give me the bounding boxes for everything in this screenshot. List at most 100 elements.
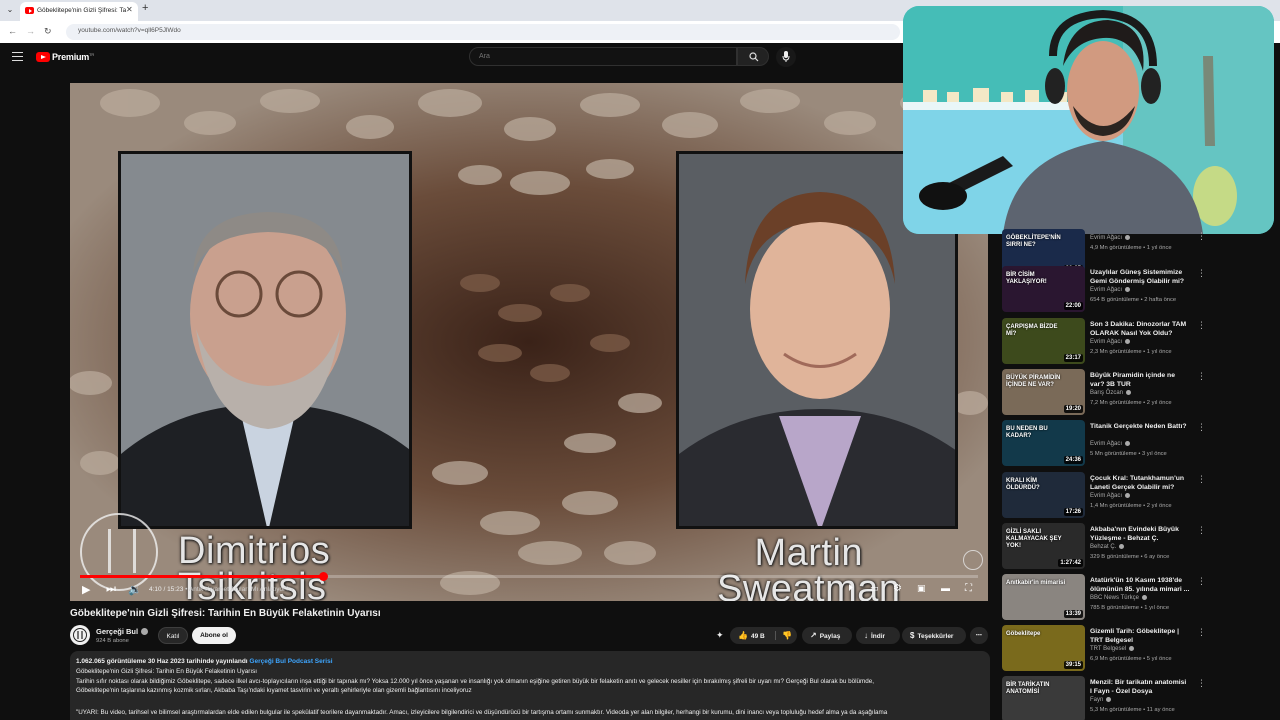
video-duration: 39:15 <box>1063 661 1083 669</box>
recommendation-item[interactable]: BÜYÜK PİRAMİDİN İÇİNDE NE VAR? 19:20 Büyük… <box>1002 369 1272 415</box>
recommendation-item[interactable]: BU NEDEN BU KADAR? 24:36 Titanik Gerçekte … <box>1002 420 1272 466</box>
like-thumb-icon[interactable]: 👍 <box>738 627 748 644</box>
recommendation-channel[interactable]: Evrim Ağacı <box>1090 287 1131 293</box>
recommendation-item[interactable]: GİZLİ SAKLI KALMAYACAK ŞEY YOK! 1:27:42 Ak… <box>1002 523 1272 569</box>
more-vertical-icon[interactable]: ⋮ <box>1197 371 1206 382</box>
recommendation-thumbnail[interactable]: BİR TARİKATIN ANATOMİSİ <box>1002 676 1085 720</box>
ai-sparkle-icon[interactable]: ✦ <box>716 630 724 641</box>
join-button[interactable]: Katıl <box>158 627 188 644</box>
verified-badge-icon <box>1125 339 1131 344</box>
recommendation-title[interactable]: Uzaylılar Güneş Sistemimize Gemi Gönderm… <box>1090 268 1190 286</box>
recommendation-channel[interactable]: BBC News Türkçe <box>1090 595 1147 601</box>
voice-search-button[interactable] <box>776 47 796 67</box>
more-vertical-icon[interactable]: ⋮ <box>1197 525 1206 536</box>
more-vertical-icon[interactable]: ⋮ <box>1197 576 1206 587</box>
description-hashtag[interactable]: Gerçeği Bul Podcast Serisi <box>249 658 332 665</box>
more-vertical-icon[interactable]: ⋮ <box>1197 422 1206 433</box>
recommendation-title[interactable]: Akbaba'nın Evindeki Büyük Yüzleşme - Beh… <box>1090 525 1190 543</box>
recommendation-channel[interactable]: Barış Özcan <box>1090 390 1132 396</box>
more-vertical-icon[interactable]: ⋮ <box>1197 268 1206 279</box>
hamburger-menu-icon[interactable] <box>12 52 23 61</box>
recommendation-thumbnail[interactable]: KRALI KİM ÖLDÜRDÜ? 17:26 <box>1002 472 1085 518</box>
volume-icon[interactable]: 🔉 <box>128 583 142 596</box>
thanks-button[interactable]: $ Teşekkürler <box>902 627 966 644</box>
theater-mode-icon[interactable]: ▬ <box>941 583 950 593</box>
more-actions-button[interactable]: ⋯ <box>970 627 988 644</box>
recommendation-item[interactable]: BİR TARİKATIN ANATOMİSİ Menzil: Bir tarik… <box>1002 676 1272 720</box>
miniplayer-icon[interactable]: ▣ <box>917 583 926 594</box>
tab-list-chevron-icon[interactable]: ⌄ <box>4 4 16 16</box>
youtube-favicon-icon <box>25 7 34 14</box>
recommendation-title[interactable]: Atatürk'ün 10 Kasım 1938'de ölümünün 85.… <box>1090 576 1190 594</box>
back-arrow-icon[interactable]: ← <box>8 26 17 36</box>
new-tab-icon[interactable]: + <box>142 2 148 14</box>
reload-icon[interactable]: ↻ <box>44 26 52 37</box>
search-icon <box>749 52 759 62</box>
more-vertical-icon[interactable]: ⋮ <box>1197 231 1206 242</box>
recommendation-title[interactable]: Gizemli Tarih: Göbeklitepe | TRT Belgese… <box>1090 627 1190 645</box>
forward-arrow-icon[interactable]: → <box>26 26 35 36</box>
more-vertical-icon[interactable]: ⋮ <box>1197 474 1206 485</box>
more-vertical-icon[interactable]: ⋮ <box>1197 627 1206 638</box>
next-video-icon[interactable]: ⏭ <box>106 583 116 596</box>
close-tab-icon[interactable]: ✕ <box>126 5 133 14</box>
recommendation-channel[interactable]: Evrim Ağacı <box>1090 339 1131 345</box>
channel-name[interactable]: Gerçeği Bul <box>96 627 149 636</box>
like-count[interactable]: 49 B <box>751 633 765 640</box>
recommendation-item[interactable]: ÇARPIŞMA BİZDE Mİ? 23:17 Son 3 Dakika: Din… <box>1002 318 1272 364</box>
recommendation-channel[interactable]: TRT Belgesel <box>1090 646 1135 652</box>
verified-badge-icon <box>1125 235 1131 240</box>
recommendation-channel[interactable]: Fayn <box>1090 697 1112 703</box>
recommendation-title[interactable]: Çocuk Kral: Tutankhamun'un Laneti Gerçek… <box>1090 474 1190 492</box>
subscribe-button[interactable]: Abone ol <box>192 627 236 644</box>
recommendation-title[interactable]: Büyük Piramidin içinde ne var? 3B TUR <box>1090 371 1190 389</box>
recommendation-thumbnail[interactable]: GİZLİ SAKLI KALMAYACAK ŞEY YOK! 1:27:42 <box>1002 523 1085 569</box>
more-vertical-icon[interactable]: ⋮ <box>1197 678 1206 689</box>
recommendation-title[interactable]: Menzil: Bir tarikatın anatomisi I Fayn -… <box>1090 678 1190 696</box>
recommendation-thumbnail[interactable]: Göbeklitepe 39:15 <box>1002 625 1085 671</box>
recommendation-thumbnail[interactable]: ÇARPIŞMA BİZDE Mİ? 23:17 <box>1002 318 1085 364</box>
channel-watermark-icon[interactable] <box>963 550 983 570</box>
video-player[interactable]: Dimitrios Tsikritsis Martin Sweatman ▶ ⏭… <box>70 83 988 601</box>
recommendation-title[interactable]: Son 3 Dakika: Dinozorlar TAM OLARAK Nası… <box>1090 320 1190 338</box>
recommendation-channel-name: Evrim Ağacı <box>1090 287 1123 293</box>
recommendation-channel[interactable]: Evrim Ağacı <box>1090 493 1131 499</box>
recommendation-channel-name: Evrim Ağacı <box>1090 493 1123 499</box>
recommendation-item[interactable]: Göbeklitepe 39:15 Gizemli Tarih: Göbeklite… <box>1002 625 1272 671</box>
recommendation-thumbnail[interactable]: BÜYÜK PİRAMİDİN İÇİNDE NE VAR? 19:20 <box>1002 369 1085 415</box>
thumbnail-caption: BİR TARİKATIN ANATOMİSİ <box>1006 682 1050 695</box>
subtitles-icon[interactable]: ▭ <box>870 583 879 594</box>
recommendation-item[interactable]: BİR CİSİM YAKLAŞIYOR! 22:00 Uzaylılar Güne… <box>1002 266 1272 312</box>
share-arrow-icon: ↗ <box>810 631 817 640</box>
youtube-logo-icon[interactable] <box>36 52 50 62</box>
recommendation-thumbnail[interactable]: Anıtkabir'in mimarisi 13:39 <box>1002 574 1085 620</box>
recommendation-channel[interactable]: Evrim Ağacı <box>1090 441 1131 447</box>
settings-gear-icon[interactable]: ⚙ <box>893 583 902 594</box>
video-duration: 19:20 <box>1063 405 1083 413</box>
dislike-thumb-icon[interactable]: 👎 <box>782 627 792 644</box>
search-button[interactable] <box>737 47 769 66</box>
browser-tab-active[interactable]: Göbeklitepe'nin Gizli Şifresi: Ta ✕ <box>20 2 138 21</box>
play-icon[interactable]: ▶ <box>82 583 90 596</box>
share-button[interactable]: ↗ Paylaş <box>802 627 852 644</box>
recommendation-thumbnail[interactable]: BU NEDEN BU KADAR? 24:36 <box>1002 420 1085 466</box>
channel-avatar[interactable] <box>70 625 90 645</box>
search-input[interactable] <box>469 47 737 66</box>
url-field[interactable]: youtube.com/watch?v=qll6P5JlWdo <box>66 24 900 40</box>
chapter-title[interactable]: • Antik Kıyamet Anıları Mı Anlatıyor? › <box>185 586 293 593</box>
fullscreen-icon[interactable]: ⛶ <box>965 583 972 594</box>
more-vertical-icon[interactable]: ⋮ <box>1197 320 1206 331</box>
description-box[interactable]: 1.062.065 görüntüleme 30 Haz 2023 tarihi… <box>70 651 990 720</box>
recommendation-item[interactable]: KRALI KİM ÖLDÜRDÜ? 17:26 Çocuk Kral: Tutan… <box>1002 472 1272 518</box>
recommendation-title[interactable]: Titanik Gerçekte Neden Battı? <box>1090 422 1190 431</box>
download-icon: ↓ <box>864 631 868 640</box>
recommendation-channel[interactable]: Evrim Ağacı <box>1090 235 1131 241</box>
recommendation-channel[interactable]: Behzat Ç. <box>1090 544 1125 550</box>
youtube-brand[interactable]: PremiumTR <box>52 52 94 62</box>
progress-bar[interactable] <box>80 572 978 581</box>
recommendation-item[interactable]: Anıtkabir'in mimarisi 13:39 Atatürk'ün 10 … <box>1002 574 1272 620</box>
recommendation-meta: 329 B görüntüleme • 6 ay önce <box>1090 554 1170 560</box>
autoplay-toggle-icon[interactable]: ⏵ <box>848 583 853 594</box>
recommendation-thumbnail[interactable]: BİR CİSİM YAKLAŞIYOR! 22:00 <box>1002 266 1085 312</box>
download-button[interactable]: ↓ İndir <box>856 627 900 644</box>
